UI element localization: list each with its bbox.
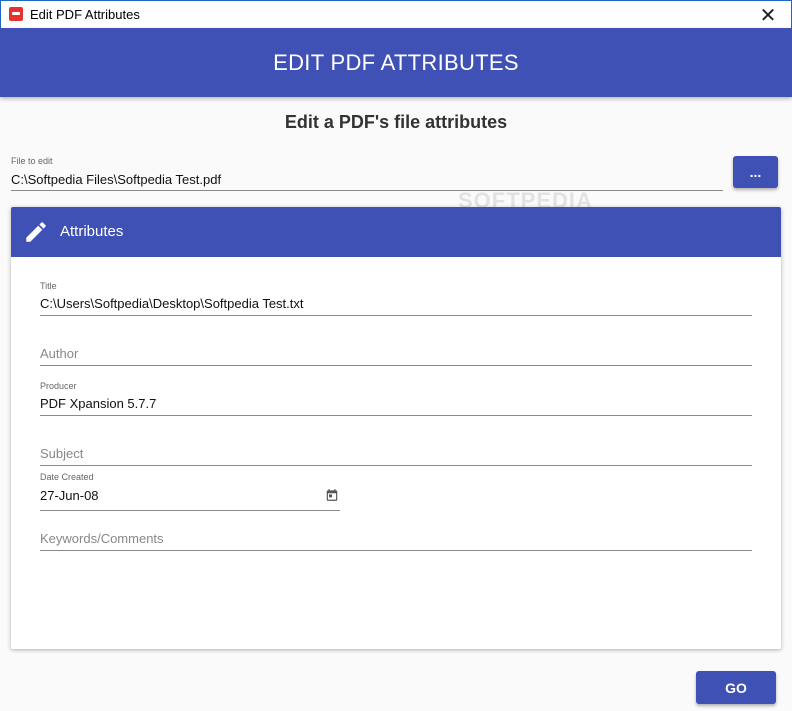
date-created-field[interactable]: Date Created 27-Jun-08 (40, 469, 340, 511)
title-value[interactable]: C:\Users\Softpedia\Desktop\Softpedia Tes… (40, 296, 304, 311)
date-created-label: Date Created (40, 472, 94, 482)
window-title: Edit PDF Attributes (30, 7, 140, 22)
attributes-card: Attributes Title C:\Users\Softpedia\Desk… (11, 207, 781, 649)
browse-button[interactable]: ... (733, 156, 778, 188)
author-field[interactable]: Author (40, 327, 752, 366)
subject-field[interactable]: Subject (40, 427, 752, 466)
subject-placeholder[interactable]: Subject (40, 446, 83, 461)
author-placeholder[interactable]: Author (40, 346, 78, 361)
keywords-field[interactable]: Keywords/Comments (40, 512, 752, 551)
calendar-icon[interactable] (325, 488, 339, 502)
keywords-placeholder[interactable]: Keywords/Comments (40, 531, 164, 546)
app-banner: EDIT PDF ATTRIBUTES (0, 28, 792, 97)
file-to-edit-field[interactable]: File to edit C:\Softpedia Files\Softpedi… (11, 153, 723, 191)
attributes-title: Attributes (60, 223, 124, 240)
banner-title: EDIT PDF ATTRIBUTES (273, 49, 519, 75)
producer-field[interactable]: Producer PDF Xpansion 5.7.7 (40, 377, 752, 416)
producer-value[interactable]: PDF Xpansion 5.7.7 (40, 396, 156, 411)
go-button[interactable]: GO (696, 671, 776, 704)
pencil-icon (26, 222, 46, 242)
title-label: Title (40, 281, 57, 291)
file-to-edit-label: File to edit (11, 156, 53, 166)
title-field[interactable]: Title C:\Users\Softpedia\Desktop\Softped… (40, 277, 752, 316)
close-icon[interactable]: ✕ (745, 1, 791, 29)
window-titlebar: Edit PDF Attributes ✕ (0, 0, 792, 28)
attributes-header: Attributes (11, 207, 781, 257)
date-created-value[interactable]: 27-Jun-08 (40, 488, 99, 503)
app-icon (9, 7, 23, 21)
page-subtitle: Edit a PDF's file attributes (284, 112, 508, 132)
producer-label: Producer (40, 381, 77, 391)
file-to-edit-value[interactable]: C:\Softpedia Files\Softpedia Test.pdf (11, 172, 221, 187)
